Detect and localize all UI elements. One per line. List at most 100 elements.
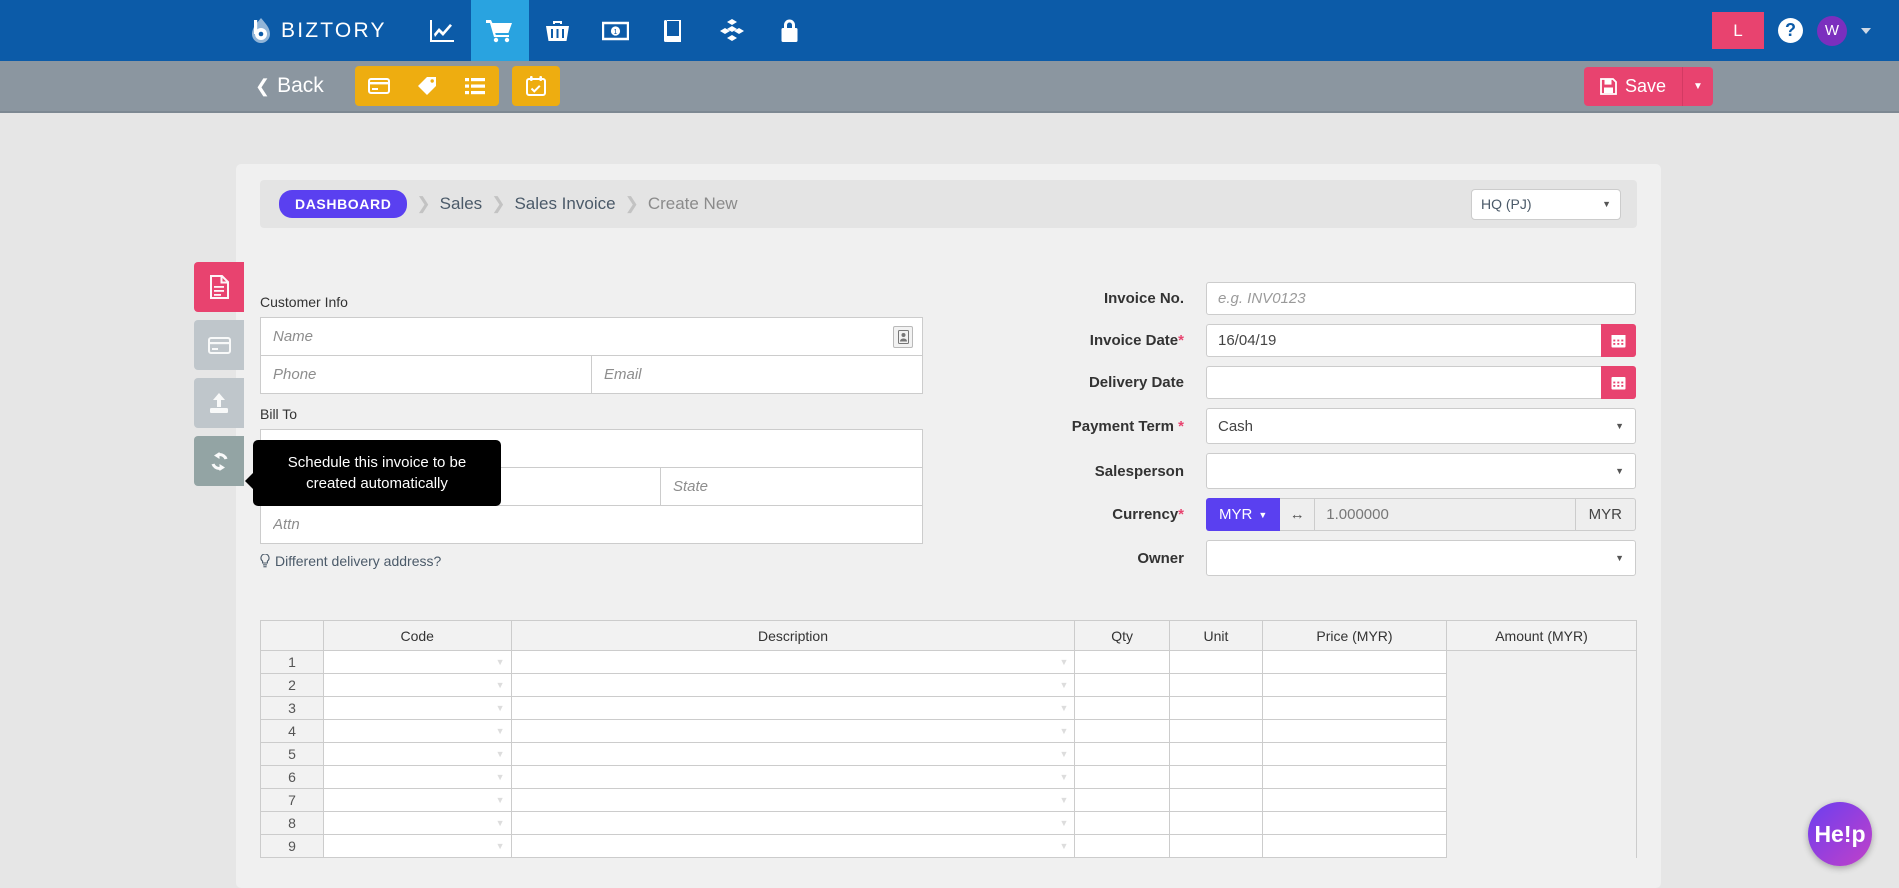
description-cell[interactable]: ▼	[510, 742, 1076, 766]
unit-cell[interactable]	[1168, 673, 1264, 697]
code-cell[interactable]: ▼	[322, 742, 512, 766]
code-cell[interactable]: ▼	[322, 788, 512, 812]
invoice-date-calendar-icon[interactable]	[1601, 324, 1636, 357]
analytics-icon[interactable]	[413, 0, 471, 61]
currency-code-dropdown[interactable]: MYR ▼	[1206, 498, 1281, 531]
customer-email-input[interactable]	[592, 356, 922, 393]
qty-cell[interactable]	[1074, 673, 1170, 697]
customer-phone-cell	[261, 356, 592, 393]
qty-cell[interactable]	[1074, 834, 1170, 858]
code-cell[interactable]: ▼	[322, 650, 512, 674]
book-icon[interactable]	[645, 0, 703, 61]
qty-cell[interactable]	[1074, 719, 1170, 743]
description-cell[interactable]: ▼	[510, 696, 1076, 720]
code-cell[interactable]: ▼	[322, 811, 512, 835]
save-button[interactable]: Save	[1583, 66, 1682, 106]
unit-cell[interactable]	[1168, 788, 1264, 812]
brand-name: BIZTORY	[281, 18, 387, 42]
customer-phone-input[interactable]	[261, 356, 591, 393]
price-cell[interactable]	[1262, 834, 1447, 858]
breadcrumb-item-sales[interactable]: Sales	[440, 194, 483, 214]
tab-recurring[interactable]	[194, 436, 244, 486]
cubes-icon[interactable]	[703, 0, 761, 61]
lock-icon[interactable]	[761, 0, 819, 61]
unit-cell[interactable]	[1168, 811, 1264, 835]
price-cell[interactable]	[1262, 742, 1447, 766]
delivery-date-calendar-icon[interactable]	[1601, 366, 1636, 399]
qty-cell[interactable]	[1074, 696, 1170, 720]
code-cell[interactable]: ▼	[322, 696, 512, 720]
bill-to-state-input[interactable]	[661, 468, 922, 505]
description-cell[interactable]: ▼	[510, 834, 1076, 858]
invoice-date-input[interactable]	[1206, 324, 1601, 357]
language-badge[interactable]: L	[1712, 12, 1764, 49]
different-delivery-address-link[interactable]: Different delivery address?	[260, 553, 923, 569]
price-cell[interactable]	[1262, 811, 1447, 835]
description-cell[interactable]: ▼	[510, 650, 1076, 674]
payment-term-select[interactable]: Cash ▼	[1206, 408, 1636, 444]
tab-invoice-details[interactable]	[194, 262, 244, 312]
breadcrumb-dashboard-pill[interactable]: DASHBOARD	[279, 190, 408, 218]
chevron-down-icon[interactable]	[1861, 27, 1871, 34]
qty-cell[interactable]	[1074, 788, 1170, 812]
unit-cell[interactable]	[1168, 834, 1264, 858]
price-cell[interactable]	[1262, 765, 1447, 789]
price-cell[interactable]	[1262, 673, 1447, 697]
breadcrumb: DASHBOARD ❯ Sales ❯ Sales Invoice ❯ Crea…	[260, 180, 1637, 228]
breadcrumb-separator-icon: ❯	[416, 194, 431, 213]
calendar-check-icon[interactable]	[511, 66, 560, 106]
credit-card-icon[interactable]	[354, 66, 403, 106]
invoice-no-input[interactable]	[1206, 282, 1636, 315]
unit-cell[interactable]	[1168, 742, 1264, 766]
help-fab-button[interactable]: He!p	[1808, 802, 1872, 866]
customer-name-input[interactable]	[261, 318, 893, 355]
avatar[interactable]: W	[1817, 15, 1847, 46]
description-cell[interactable]: ▼	[510, 673, 1076, 697]
code-cell[interactable]: ▼	[322, 765, 512, 789]
unit-cell[interactable]	[1168, 719, 1264, 743]
currency-rate-input[interactable]	[1314, 498, 1576, 531]
bill-to-attn-input[interactable]	[261, 506, 922, 543]
description-cell[interactable]: ▼	[510, 811, 1076, 835]
primary-module-nav: 1	[413, 0, 819, 61]
question-circle-icon[interactable]: ?	[1778, 18, 1803, 43]
owner-select[interactable]: ▼	[1206, 540, 1636, 576]
description-cell[interactable]: ▼	[510, 719, 1076, 743]
exchange-icon[interactable]: ↔	[1280, 498, 1315, 531]
qty-cell[interactable]	[1074, 811, 1170, 835]
delivery-date-input[interactable]	[1206, 366, 1601, 399]
price-cell[interactable]	[1262, 788, 1447, 812]
back-button[interactable]: ❮ Back	[255, 74, 324, 98]
brand-logo[interactable]: BIZTORY	[250, 17, 387, 44]
unit-cell[interactable]	[1168, 765, 1264, 789]
address-card-icon[interactable]	[893, 325, 913, 348]
price-cell[interactable]	[1262, 650, 1447, 674]
save-dropdown-caret[interactable]: ▼	[1682, 66, 1713, 106]
chevron-down-icon: ▼	[1258, 509, 1268, 520]
code-cell[interactable]: ▼	[322, 719, 512, 743]
description-cell[interactable]: ▼	[510, 788, 1076, 812]
qty-cell[interactable]	[1074, 650, 1170, 674]
breadcrumb-item-sales-invoice[interactable]: Sales Invoice	[514, 194, 615, 214]
qty-cell[interactable]	[1074, 742, 1170, 766]
owner-label: Owner	[1137, 549, 1184, 567]
cart-icon[interactable]	[470, 0, 529, 61]
column-header-description: Description	[510, 620, 1076, 651]
description-cell[interactable]: ▼	[510, 765, 1076, 789]
money-icon[interactable]: 1	[587, 0, 645, 61]
unit-cell[interactable]	[1168, 696, 1264, 720]
list-icon[interactable]	[450, 66, 499, 106]
price-cell[interactable]	[1262, 696, 1447, 720]
tab-attachment[interactable]	[194, 378, 244, 428]
salesperson-select[interactable]: ▼	[1206, 453, 1636, 489]
tag-icon[interactable]	[402, 66, 451, 106]
basket-icon[interactable]	[529, 0, 587, 61]
code-cell[interactable]: ▼	[322, 834, 512, 858]
tab-payment[interactable]	[194, 320, 244, 370]
price-cell[interactable]	[1262, 719, 1447, 743]
branch-select[interactable]: HQ (PJ) ▼	[1471, 188, 1621, 220]
qty-cell[interactable]	[1074, 765, 1170, 789]
unit-cell[interactable]	[1168, 650, 1264, 674]
code-cell[interactable]: ▼	[322, 673, 512, 697]
customer-info-group	[260, 317, 923, 394]
